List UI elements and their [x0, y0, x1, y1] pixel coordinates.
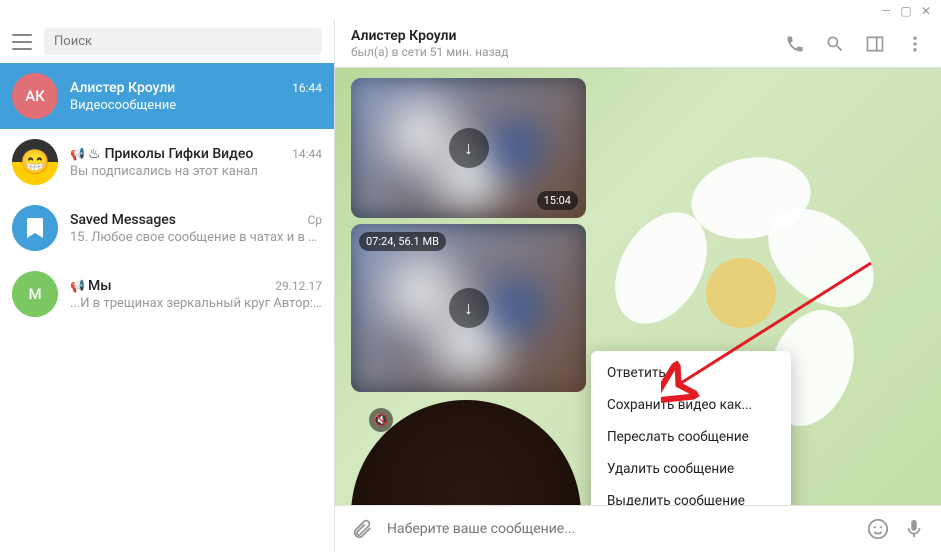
round-video-message[interactable]: 🔇 [351, 400, 581, 505]
avatar: 😁 [12, 139, 58, 185]
chat-list: АК Алистер Кроули 16:44 Видеосообщение 😁 [0, 63, 334, 552]
sidebar-toggle-icon[interactable] [865, 34, 885, 54]
chat-status: был(a) в сети 51 мин. назад [351, 45, 785, 59]
sidebar-topbar [0, 20, 334, 63]
chat-time-label: Ср [307, 213, 322, 227]
channel-icon: 📢 [70, 147, 84, 161]
video-duration-badge: 15:04 [537, 191, 578, 210]
chat-name-label: Saved Messages [70, 212, 176, 228]
call-icon[interactable] [785, 34, 805, 54]
chat-time-label: 14:44 [292, 147, 322, 161]
search-icon[interactable] [825, 34, 845, 54]
chat-main: Алистер Кроули был(a) в сети 51 мин. наз… [335, 20, 941, 552]
mic-icon[interactable] [903, 518, 925, 540]
compose-bar [335, 505, 941, 552]
chat-name-label: 📢 Мы [70, 278, 112, 294]
chat-preview-label: ...И в трещинах зеркальный круг Автор: А… [70, 296, 322, 311]
ctx-reply[interactable]: Ответить [591, 357, 791, 389]
avatar: АК [12, 73, 58, 119]
video-meta-badge: 07:24, 56.1 MB [359, 232, 446, 251]
video-message-1[interactable]: ↓ 15:04 [351, 78, 586, 218]
avatar [12, 205, 58, 251]
menu-icon[interactable] [12, 34, 32, 50]
chat-item-1[interactable]: 😁 📢 ♨ Приколы Гифки Видео 14:44 Вы подпи… [0, 129, 334, 195]
minimize-button[interactable]: — [879, 4, 893, 18]
chat-time-label: 16:44 [292, 81, 322, 95]
chat-name-label: Алистер Кроули [70, 80, 175, 96]
sidebar: АК Алистер Кроули 16:44 Видеосообщение 😁 [0, 20, 335, 552]
app-container: АК Алистер Кроули 16:44 Видеосообщение 😁 [0, 0, 941, 552]
chat-body[interactable]: ↓ 15:04 07:24, 56.1 MB ↓ 🔇 Ответить Сохр… [335, 68, 941, 505]
video-message-2[interactable]: 07:24, 56.1 MB ↓ [351, 224, 586, 392]
ctx-forward[interactable]: Переслать сообщение [591, 421, 791, 453]
chat-item-0[interactable]: АК Алистер Кроули 16:44 Видеосообщение [0, 63, 334, 129]
chat-title[interactable]: Алистер Кроули [351, 28, 785, 44]
chat-preview-label: Видеосообщение [70, 98, 322, 113]
maximize-button[interactable]: ▢ [899, 4, 913, 18]
ctx-save-video-as[interactable]: Сохранить видео как... [591, 389, 791, 421]
bookmark-icon [25, 216, 45, 240]
window-controls: — ▢ ✕ [879, 4, 933, 18]
mute-icon[interactable]: 🔇 [369, 408, 393, 432]
context-menu: Ответить Сохранить видео как... Переслат… [591, 351, 791, 505]
download-icon[interactable]: ↓ [449, 128, 489, 168]
chat-item-2[interactable]: Saved Messages Ср 15. Любое свое сообщен… [0, 195, 334, 261]
chat-preview-label: 15. Любое свое сообщение в чатах и в пуб… [70, 230, 322, 245]
ctx-select[interactable]: Выделить сообщение [591, 485, 791, 505]
more-icon[interactable] [905, 34, 925, 54]
emoji-icon[interactable] [867, 518, 889, 540]
search-input[interactable] [44, 28, 322, 55]
chat-time-label: 29.12.17 [275, 279, 322, 293]
chat-name-label: 📢 ♨ Приколы Гифки Видео [70, 146, 253, 162]
ctx-delete[interactable]: Удалить сообщение [591, 453, 791, 485]
chat-header: Алистер Кроули был(a) в сети 51 мин. наз… [335, 20, 941, 68]
attach-icon[interactable] [351, 518, 373, 540]
close-button[interactable]: ✕ [919, 4, 933, 18]
avatar: М [12, 271, 58, 317]
chat-item-3[interactable]: М 📢 Мы 29.12.17 ...И в трещинах зеркальн… [0, 261, 334, 327]
hot-icon: ♨ [88, 146, 101, 162]
message-input[interactable] [387, 521, 853, 537]
chat-preview-label: Вы подписались на этот канал [70, 164, 322, 179]
download-icon[interactable]: ↓ [449, 288, 489, 328]
channel-icon: 📢 [70, 279, 84, 293]
